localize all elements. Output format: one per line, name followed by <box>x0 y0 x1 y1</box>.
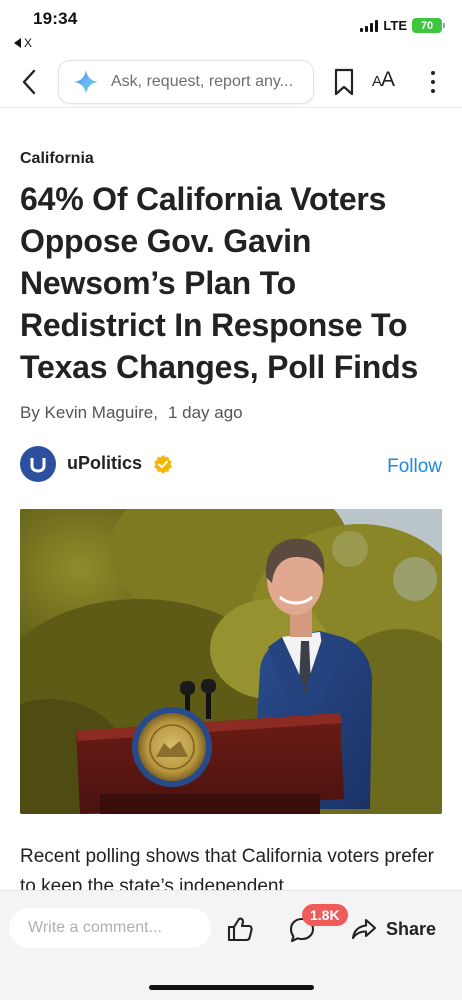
back-app-label: X <box>24 36 33 50</box>
share-button[interactable]: Share <box>351 915 436 943</box>
network-label: LTE <box>383 18 407 33</box>
article-headline: 64% Of California Voters Oppose Gov. Gav… <box>20 181 419 385</box>
signal-icon <box>360 19 379 32</box>
status-bar: 19:34 X LTE 70 <box>0 0 462 52</box>
status-indicators: LTE 70 <box>360 18 445 33</box>
back-button[interactable] <box>16 68 44 96</box>
speaker-at-podium-image <box>20 509 442 814</box>
sparkle-icon <box>74 70 98 94</box>
battery-level: 70 <box>420 19 434 32</box>
follow-button[interactable]: Follow <box>387 456 442 478</box>
battery-icon: 70 <box>412 18 445 33</box>
more-dot-icon <box>431 80 435 84</box>
more-dot-icon <box>431 71 435 75</box>
verified-badge-icon <box>154 455 172 474</box>
source-name[interactable]: uPolitics <box>67 453 142 474</box>
ask-search-box[interactable]: Ask, request, report any... <box>58 60 314 104</box>
author: By Kevin Maguire, <box>20 403 158 422</box>
like-button[interactable] <box>226 915 254 943</box>
source-logo[interactable] <box>20 446 56 482</box>
share-arrow-icon <box>351 918 377 940</box>
back-to-app-button[interactable]: X <box>14 36 32 50</box>
bookmark-button[interactable] <box>331 68 357 96</box>
source-row: uPolitics Follow <box>20 446 442 484</box>
comment-count-badge[interactable]: 1.8K <box>302 904 348 926</box>
back-triangle-icon <box>14 38 21 48</box>
upolitics-logo-icon <box>30 458 46 473</box>
comment-input[interactable] <box>9 908 211 948</box>
text-size-button[interactable]: AA <box>372 68 395 96</box>
share-label: Share <box>386 918 437 939</box>
article-hero-image[interactable] <box>20 509 442 814</box>
byline: By Kevin Maguire, 1 day ago <box>20 403 243 423</box>
bottom-action-bar: 1.8K Share <box>0 890 462 1000</box>
thumbs-up-icon <box>227 917 253 942</box>
article-category[interactable]: California <box>20 150 94 168</box>
home-indicator[interactable] <box>149 985 314 990</box>
more-options-button[interactable] <box>424 68 442 96</box>
bookmark-icon <box>334 68 354 96</box>
chevron-left-icon <box>22 69 36 95</box>
published-time: 1 day ago <box>167 403 243 422</box>
search-placeholder: Ask, request, report any... <box>111 73 294 90</box>
status-time: 19:34 <box>33 9 78 28</box>
text-size-icon-large: A <box>381 68 396 91</box>
top-toolbar: Ask, request, report any... AA <box>0 56 462 108</box>
more-dot-icon <box>431 89 435 93</box>
